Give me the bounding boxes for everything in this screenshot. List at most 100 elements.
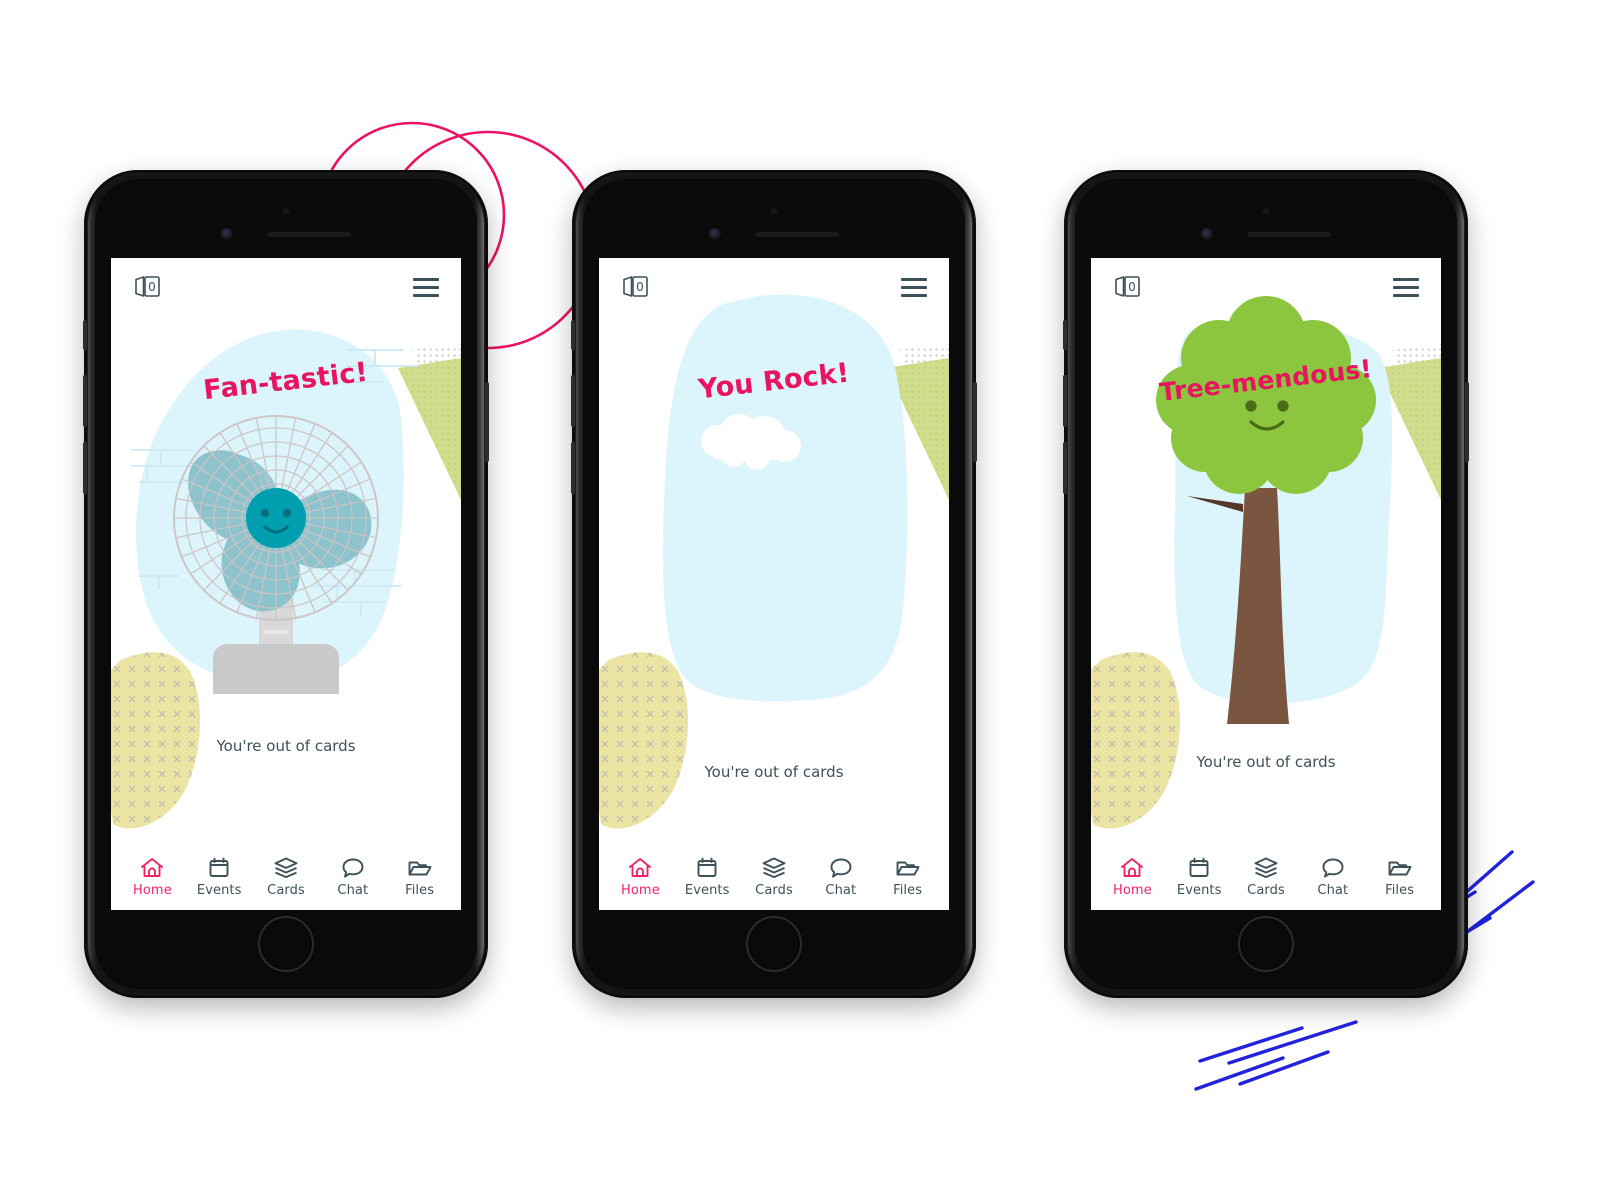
front-sensors [1064, 228, 1468, 240]
home-icon [1121, 858, 1144, 877]
phone-3-topbar: 0 [1091, 258, 1441, 316]
home-hardware-button[interactable] [258, 916, 314, 972]
phone-1-tabbar: Home Events Cards Chat Files [111, 844, 461, 910]
tab-cards-label: Cards [755, 883, 793, 898]
tab-events-label: Events [1176, 883, 1222, 898]
tab-home-label: Home [621, 883, 660, 898]
folder-icon [408, 861, 432, 876]
tab-cards[interactable]: Cards [741, 856, 808, 898]
proximity-sensor [770, 208, 778, 215]
layers-icon [1254, 857, 1278, 879]
power-button[interactable] [1465, 382, 1469, 462]
tab-events[interactable]: Events [1166, 856, 1233, 898]
home-hardware-button[interactable] [746, 916, 802, 972]
phone-2-screen: 0 You Rock! You're out of cards Home Eve… [599, 258, 949, 910]
phone-3-screen: 0 Tree-mendous! You're out of cards Home [1091, 258, 1441, 910]
tab-home[interactable]: Home [607, 856, 674, 898]
card-count-button[interactable]: 0 [1113, 274, 1143, 300]
cards-stack-icon: 0 [623, 276, 648, 297]
speech-bubble-icon [830, 858, 852, 878]
calendar-icon [1189, 857, 1209, 877]
layers-icon [274, 857, 298, 879]
volume-up-button[interactable] [571, 375, 575, 427]
canvas: 0 Fan-tastic! You're out of cards Home E… [0, 0, 1600, 1200]
earpiece-speaker [267, 231, 351, 237]
phone-2-tabbar: Home Events Cards Chat Files [599, 844, 949, 910]
earpiece-speaker [1247, 231, 1331, 237]
phone-1-topbar: 0 [111, 258, 461, 316]
phone-2-caption: You're out of cards [704, 763, 844, 781]
home-icon [141, 858, 164, 877]
tab-chat-label: Chat [337, 883, 369, 898]
tab-files-label: Files [893, 883, 923, 898]
phone-3-tabbar: Home Events Cards Chat Files [1091, 844, 1441, 910]
phone-3: 0 Tree-mendous! You're out of cards Home [1063, 170, 1469, 998]
layers-icon [762, 857, 786, 879]
phone-2: 0 You Rock! You're out of cards Home Eve… [571, 170, 977, 998]
tab-home-label: Home [133, 883, 172, 898]
tab-cards-label: Cards [267, 883, 305, 898]
tab-events-label: Events [684, 883, 730, 898]
front-sensors [84, 228, 488, 240]
proximity-sensor [1262, 208, 1270, 215]
card-count-value: 0 [148, 280, 156, 294]
tab-home[interactable]: Home [119, 856, 186, 898]
tab-cards[interactable]: Cards [253, 856, 320, 898]
hamburger-menu-icon[interactable] [901, 277, 927, 297]
earpiece-speaker [755, 231, 839, 237]
tab-events[interactable]: Events [186, 856, 253, 898]
calendar-icon [697, 857, 717, 877]
home-icon [629, 858, 652, 877]
silent-switch[interactable] [571, 320, 575, 350]
tab-files-label: Files [1385, 883, 1415, 898]
hamburger-menu-icon[interactable] [413, 277, 439, 297]
volume-down-button[interactable] [83, 442, 87, 494]
folder-icon [896, 861, 920, 876]
card-count-value: 0 [1128, 280, 1136, 294]
cards-stack-icon: 0 [1115, 276, 1140, 297]
tab-events-label: Events [196, 883, 242, 898]
front-camera-icon [709, 228, 721, 240]
tab-events[interactable]: Events [674, 856, 741, 898]
front-camera-icon [221, 228, 233, 240]
tab-chat[interactable]: Chat [807, 856, 874, 898]
tab-chat[interactable]: Chat [319, 856, 386, 898]
silent-switch[interactable] [1063, 320, 1067, 350]
phone-3-caption: You're out of cards [1196, 753, 1336, 771]
volume-down-button[interactable] [571, 442, 575, 494]
silent-switch[interactable] [83, 320, 87, 350]
card-count-value: 0 [636, 280, 644, 294]
tab-cards[interactable]: Cards [1233, 856, 1300, 898]
tab-files[interactable]: Files [1366, 856, 1433, 898]
tab-home[interactable]: Home [1099, 856, 1166, 898]
volume-down-button[interactable] [1063, 442, 1067, 494]
tab-chat[interactable]: Chat [1299, 856, 1366, 898]
fan-illustration [111, 329, 461, 829]
tab-chat-label: Chat [825, 883, 857, 898]
tree-canopy [1156, 296, 1376, 494]
volume-up-button[interactable] [83, 375, 87, 427]
front-sensors [572, 228, 976, 240]
hamburger-menu-icon[interactable] [1393, 277, 1419, 297]
speech-bubble-icon [1322, 858, 1344, 878]
card-count-button[interactable]: 0 [133, 274, 163, 300]
front-camera-icon [1201, 228, 1213, 240]
tab-files[interactable]: Files [386, 856, 453, 898]
home-hardware-button[interactable] [1238, 916, 1294, 972]
phone-1: 0 Fan-tastic! You're out of cards Home E… [83, 170, 489, 998]
tab-chat-label: Chat [1317, 883, 1349, 898]
tab-files-label: Files [405, 883, 435, 898]
folder-icon [1388, 861, 1412, 876]
fan-face [246, 488, 306, 548]
power-button[interactable] [485, 382, 489, 462]
volume-up-button[interactable] [1063, 375, 1067, 427]
tab-home-label: Home [1113, 883, 1152, 898]
card-count-button[interactable]: 0 [621, 274, 651, 300]
power-button[interactable] [973, 382, 977, 462]
calendar-icon [209, 857, 229, 877]
cards-stack-icon: 0 [135, 276, 160, 297]
tab-files[interactable]: Files [874, 856, 941, 898]
phone-2-topbar: 0 [599, 258, 949, 316]
phone-1-screen: 0 Fan-tastic! You're out of cards Home E… [111, 258, 461, 910]
proximity-sensor [282, 208, 290, 215]
